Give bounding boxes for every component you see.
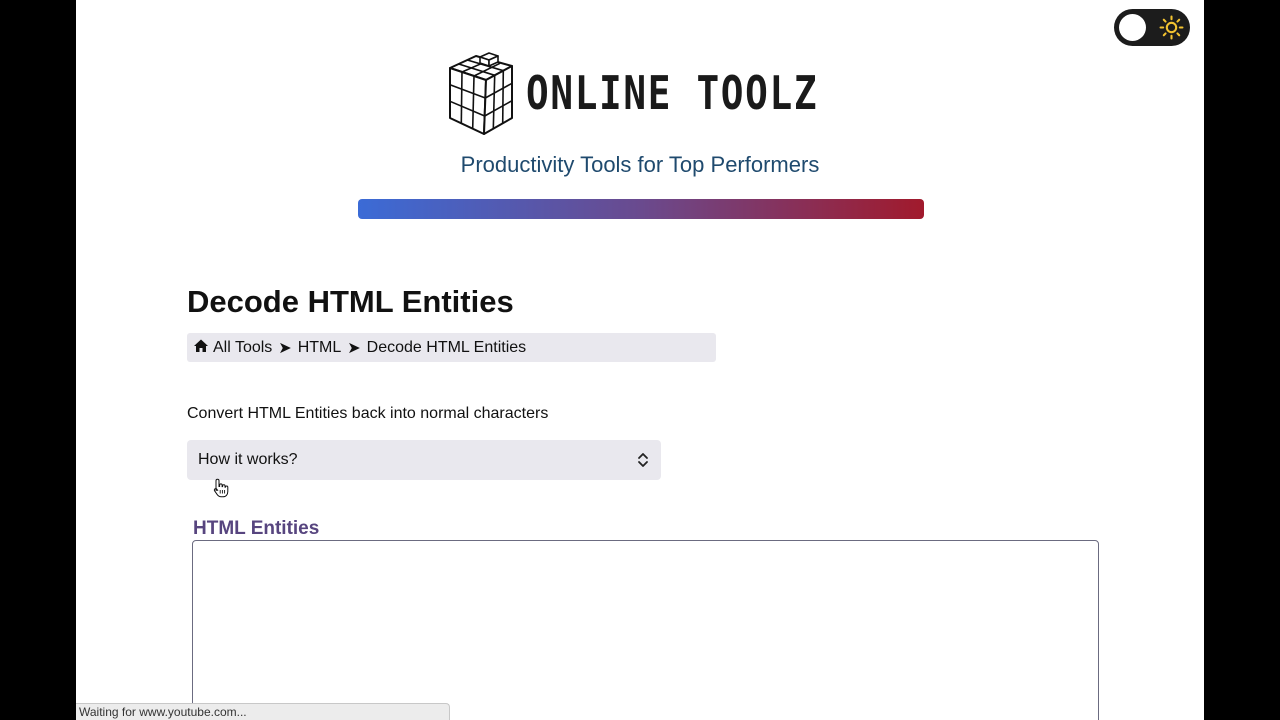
brand-name[interactable]: ONLINE TOOLZ [526,66,818,120]
rubiks-cube-icon[interactable] [442,52,522,136]
home-icon[interactable] [193,338,209,354]
page: ONLINE TOOLZ Productivity Tools for Top … [76,0,1204,720]
decorative-gradient-bar [358,199,924,219]
how-it-works-select[interactable]: How it works? [187,440,661,480]
html-entities-input[interactable] [192,540,1099,720]
browser-status-bar: Waiting for www.youtube.com... [76,703,450,720]
breadcrumb-separator: ➤ [347,339,361,357]
breadcrumb-item-current[interactable]: Decode HTML Entities [367,339,526,357]
tool-description: Convert HTML Entities back into normal c… [187,405,549,422]
theme-toggle[interactable] [1114,9,1190,46]
breadcrumb-item-all-tools[interactable]: All Tools [213,339,272,357]
html-entities-label: HTML Entities [193,518,320,539]
breadcrumb-item-html[interactable]: HTML [298,339,342,357]
hand-pointer-cursor-icon [213,478,229,498]
toggle-knob [1119,14,1146,41]
sun-icon [1159,15,1184,40]
chevron-up-down-icon [638,453,648,467]
page-title: Decode HTML Entities [187,284,514,319]
how-it-works-label: How it works? [198,451,298,468]
breadcrumb: All Tools ➤ HTML ➤ Decode HTML Entities [187,333,716,362]
tagline: Productivity Tools for Top Performers [460,152,820,177]
breadcrumb-separator: ➤ [278,339,292,357]
